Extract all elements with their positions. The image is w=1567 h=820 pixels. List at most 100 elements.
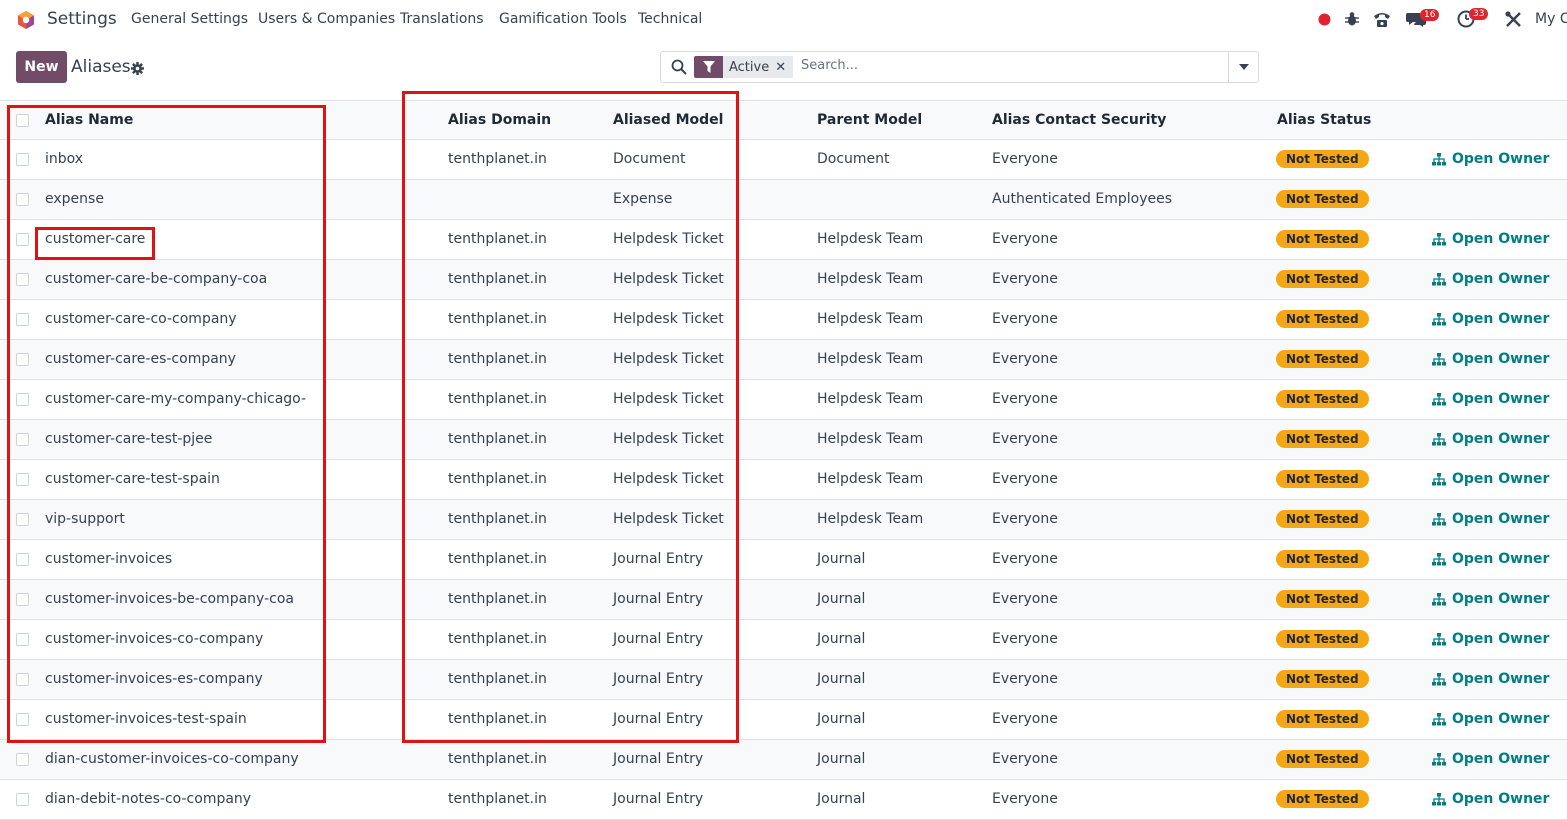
parent-model-cell: Journal [817, 631, 866, 647]
aliased-model-cell: Journal Entry [613, 791, 704, 807]
menu-gamification-tools[interactable]: Gamification Tools [499, 11, 627, 27]
contact-security-cell: Everyone [992, 791, 1058, 807]
column-header-parent-model[interactable]: Parent Model [817, 101, 922, 140]
open-owner-button[interactable]: Open Owner [1432, 340, 1549, 379]
menu-translations[interactable]: Translations [400, 11, 484, 27]
search-facet-active: Active ✕ [694, 56, 794, 78]
open-owner-label: Open Owner [1452, 591, 1550, 607]
parent-model-cell: Helpdesk Team [817, 271, 924, 287]
status-badge: Not Tested [1276, 750, 1369, 768]
row-checkbox[interactable] [16, 753, 29, 766]
app-logo-icon[interactable] [16, 10, 36, 30]
annotation-box-alias-name [7, 105, 326, 743]
open-owner-button[interactable]: Open Owner [1432, 420, 1549, 459]
new-button[interactable]: New [16, 51, 67, 83]
search-icon[interactable] [671, 59, 687, 79]
messages-count-badge: 16 [1420, 9, 1440, 21]
status-badge: Not Tested [1276, 550, 1369, 568]
sitemap-icon [1432, 553, 1446, 566]
activities-clock-icon[interactable]: 33 [1457, 8, 1489, 30]
messages-icon[interactable]: 16 [1406, 9, 1440, 31]
activities-count-badge: 33 [1469, 8, 1489, 20]
status-badge: Not Tested [1276, 790, 1369, 808]
facet-label: Active [723, 56, 776, 78]
contact-security-cell: Everyone [992, 471, 1058, 487]
open-owner-label: Open Owner [1452, 511, 1550, 527]
contact-security-cell: Everyone [992, 351, 1058, 367]
table-row[interactable]: dian-customer-invoices-co-company tenthpl… [0, 740, 1567, 780]
menu-users-companies[interactable]: Users & Companies [258, 11, 395, 27]
phone-icon[interactable] [1373, 11, 1391, 31]
open-owner-button[interactable]: Open Owner [1432, 740, 1549, 779]
open-owner-button[interactable]: Open Owner [1432, 780, 1549, 819]
table-row[interactable]: dian-debit-notes-co-company tenthplanet.i… [0, 780, 1567, 820]
sitemap-icon [1432, 153, 1446, 166]
sitemap-icon [1432, 753, 1446, 766]
alias-name-cell: dian-customer-invoices-co-company [45, 751, 299, 767]
sitemap-icon [1432, 673, 1446, 686]
top-navbar: Settings General Settings Users & Compan… [0, 0, 1567, 40]
open-owner-label: Open Owner [1452, 431, 1550, 447]
column-header-alias-status[interactable]: Alias Status [1277, 101, 1371, 140]
open-owner-button[interactable]: Open Owner [1432, 140, 1549, 179]
alias-name-cell: dian-debit-notes-co-company [45, 791, 252, 807]
status-badge: Not Tested [1276, 510, 1369, 528]
open-owner-button[interactable]: Open Owner [1432, 660, 1549, 699]
status-badge: Not Tested [1276, 150, 1369, 168]
record-dot-icon[interactable] [1318, 13, 1331, 33]
status-badge: Not Tested [1276, 230, 1369, 248]
open-owner-label: Open Owner [1452, 751, 1550, 767]
filter-icon [694, 56, 723, 78]
status-badge: Not Tested [1276, 430, 1369, 448]
contact-security-cell: Everyone [992, 751, 1058, 767]
search-options-toggle[interactable] [1228, 52, 1258, 82]
open-owner-button[interactable]: Open Owner [1432, 300, 1549, 339]
parent-model-cell: Journal [817, 591, 866, 607]
status-badge: Not Tested [1276, 310, 1369, 328]
page-title: Aliases [71, 57, 131, 77]
status-badge: Not Tested [1276, 390, 1369, 408]
open-owner-label: Open Owner [1452, 471, 1550, 487]
contact-security-cell: Everyone [992, 151, 1058, 167]
sitemap-icon [1432, 273, 1446, 286]
alias-domain-cell: tenthplanet.in [448, 791, 547, 807]
parent-model-cell: Helpdesk Team [817, 391, 924, 407]
open-owner-button[interactable]: Open Owner [1432, 620, 1549, 659]
open-owner-button[interactable]: Open Owner [1432, 220, 1549, 259]
search-bar: Active ✕ [660, 51, 1259, 83]
app-name[interactable]: Settings [47, 9, 117, 29]
status-badge: Not Tested [1276, 470, 1369, 488]
parent-model-cell: Journal [817, 711, 866, 727]
contact-security-cell: Everyone [992, 631, 1058, 647]
open-owner-button[interactable]: Open Owner [1432, 700, 1549, 739]
search-input[interactable] [801, 58, 1221, 73]
gear-icon[interactable] [131, 60, 144, 79]
remove-facet-icon[interactable]: ✕ [775, 56, 794, 78]
column-header-contact-security[interactable]: Alias Contact Security [992, 101, 1166, 140]
chevron-down-icon [1238, 64, 1249, 70]
company-switcher[interactable]: My C [1535, 11, 1567, 27]
sitemap-icon [1432, 473, 1446, 486]
menu-technical[interactable]: Technical [638, 11, 702, 27]
contact-security-cell: Authenticated Employees [992, 191, 1173, 207]
sitemap-icon [1432, 593, 1446, 606]
row-checkbox[interactable] [16, 793, 29, 806]
open-owner-label: Open Owner [1452, 671, 1550, 687]
open-owner-label: Open Owner [1452, 631, 1550, 647]
open-owner-button[interactable]: Open Owner [1432, 500, 1549, 539]
parent-model-cell: Helpdesk Team [817, 471, 924, 487]
open-owner-button[interactable]: Open Owner [1432, 580, 1549, 619]
menu-general-settings[interactable]: General Settings [131, 11, 248, 27]
status-badge: Not Tested [1276, 190, 1369, 208]
debug-bug-icon[interactable] [1344, 11, 1360, 31]
status-badge: Not Tested [1276, 710, 1369, 728]
open-owner-label: Open Owner [1452, 711, 1550, 727]
status-badge: Not Tested [1276, 630, 1369, 648]
open-owner-button[interactable]: Open Owner [1432, 540, 1549, 579]
tools-icon[interactable] [1505, 11, 1522, 31]
open-owner-button[interactable]: Open Owner [1432, 460, 1549, 499]
open-owner-button[interactable]: Open Owner [1432, 380, 1549, 419]
status-badge: Not Tested [1276, 350, 1369, 368]
parent-model-cell: Helpdesk Team [817, 311, 924, 327]
open-owner-button[interactable]: Open Owner [1432, 260, 1549, 299]
